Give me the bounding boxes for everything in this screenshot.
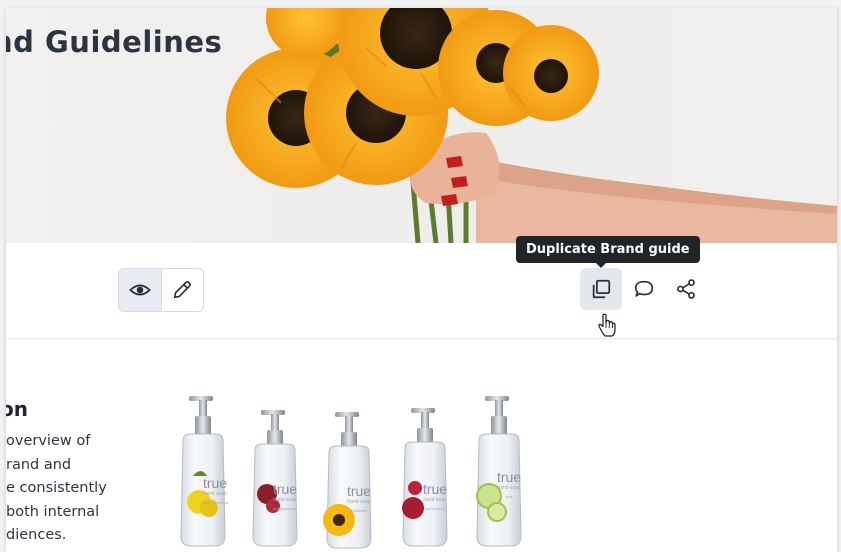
comment-button[interactable] [623,268,665,310]
tooltip-arrow [595,262,607,268]
bottle-lemon: true hand soap lemon verbena [180,396,229,547]
hand-cursor-icon [598,313,616,337]
brand-text: true [273,481,297,497]
subtitle-text: hand soap [203,491,227,497]
brand-text: true [497,469,521,485]
duplicate-tooltip: Duplicate Brand guide [516,236,700,263]
duplicate-icon [592,279,611,299]
share-button[interactable] [665,268,707,310]
section-heading: on [6,397,28,421]
bottle-lime: true hand soap lime [476,396,522,547]
hero-banner: nd Guidelines [6,8,837,243]
eye-icon [128,284,151,296]
page-title: nd Guidelines [6,25,223,59]
edit-mode-button[interactable] [162,269,204,311]
guide-toolbar [6,243,837,339]
view-mode-button[interactable] [119,269,162,311]
description-line: rand and [6,456,72,473]
subtitle-text: hand soap [497,485,521,491]
variant-text: sweet berry [425,506,446,511]
description-line: e consistently [6,480,107,496]
variant-text: pomegranate [273,506,297,511]
bottle-sweet-berry: true hand soap sweet berry [402,408,448,547]
brand-text: true [423,481,447,497]
bottle-sunflower: true hand soap sunflower [323,412,372,549]
brand-guide-page: nd Guidelines Duplicate Brand guide on o… [6,8,837,552]
brand-text: true [347,483,371,499]
share-icon [677,279,695,299]
variant-text: sunflower [350,508,368,513]
hand-soap-bottles-image: true hand soap lemon verbena true hand s… [180,396,522,549]
comment-icon [634,280,654,297]
description-line: overview of [6,433,91,449]
section-description: overview of rand and e consistently both… [6,430,107,548]
pencil-icon [174,281,192,299]
bottle-pomegranate: true hand soap pomegranate [252,410,298,547]
view-edit-toggle [118,268,204,312]
subtitle-text: hand soap [347,499,371,505]
variant-text: lemon verbena [202,500,229,505]
brand-text: true [203,475,227,491]
description-line: diences. [6,527,67,543]
variant-text: lime [505,494,513,499]
subtitle-text: hand soap [423,497,447,503]
duplicate-brand-guide-button[interactable] [580,268,622,310]
subtitle-text: hand soap [273,497,297,503]
description-line: both internal [6,503,100,520]
